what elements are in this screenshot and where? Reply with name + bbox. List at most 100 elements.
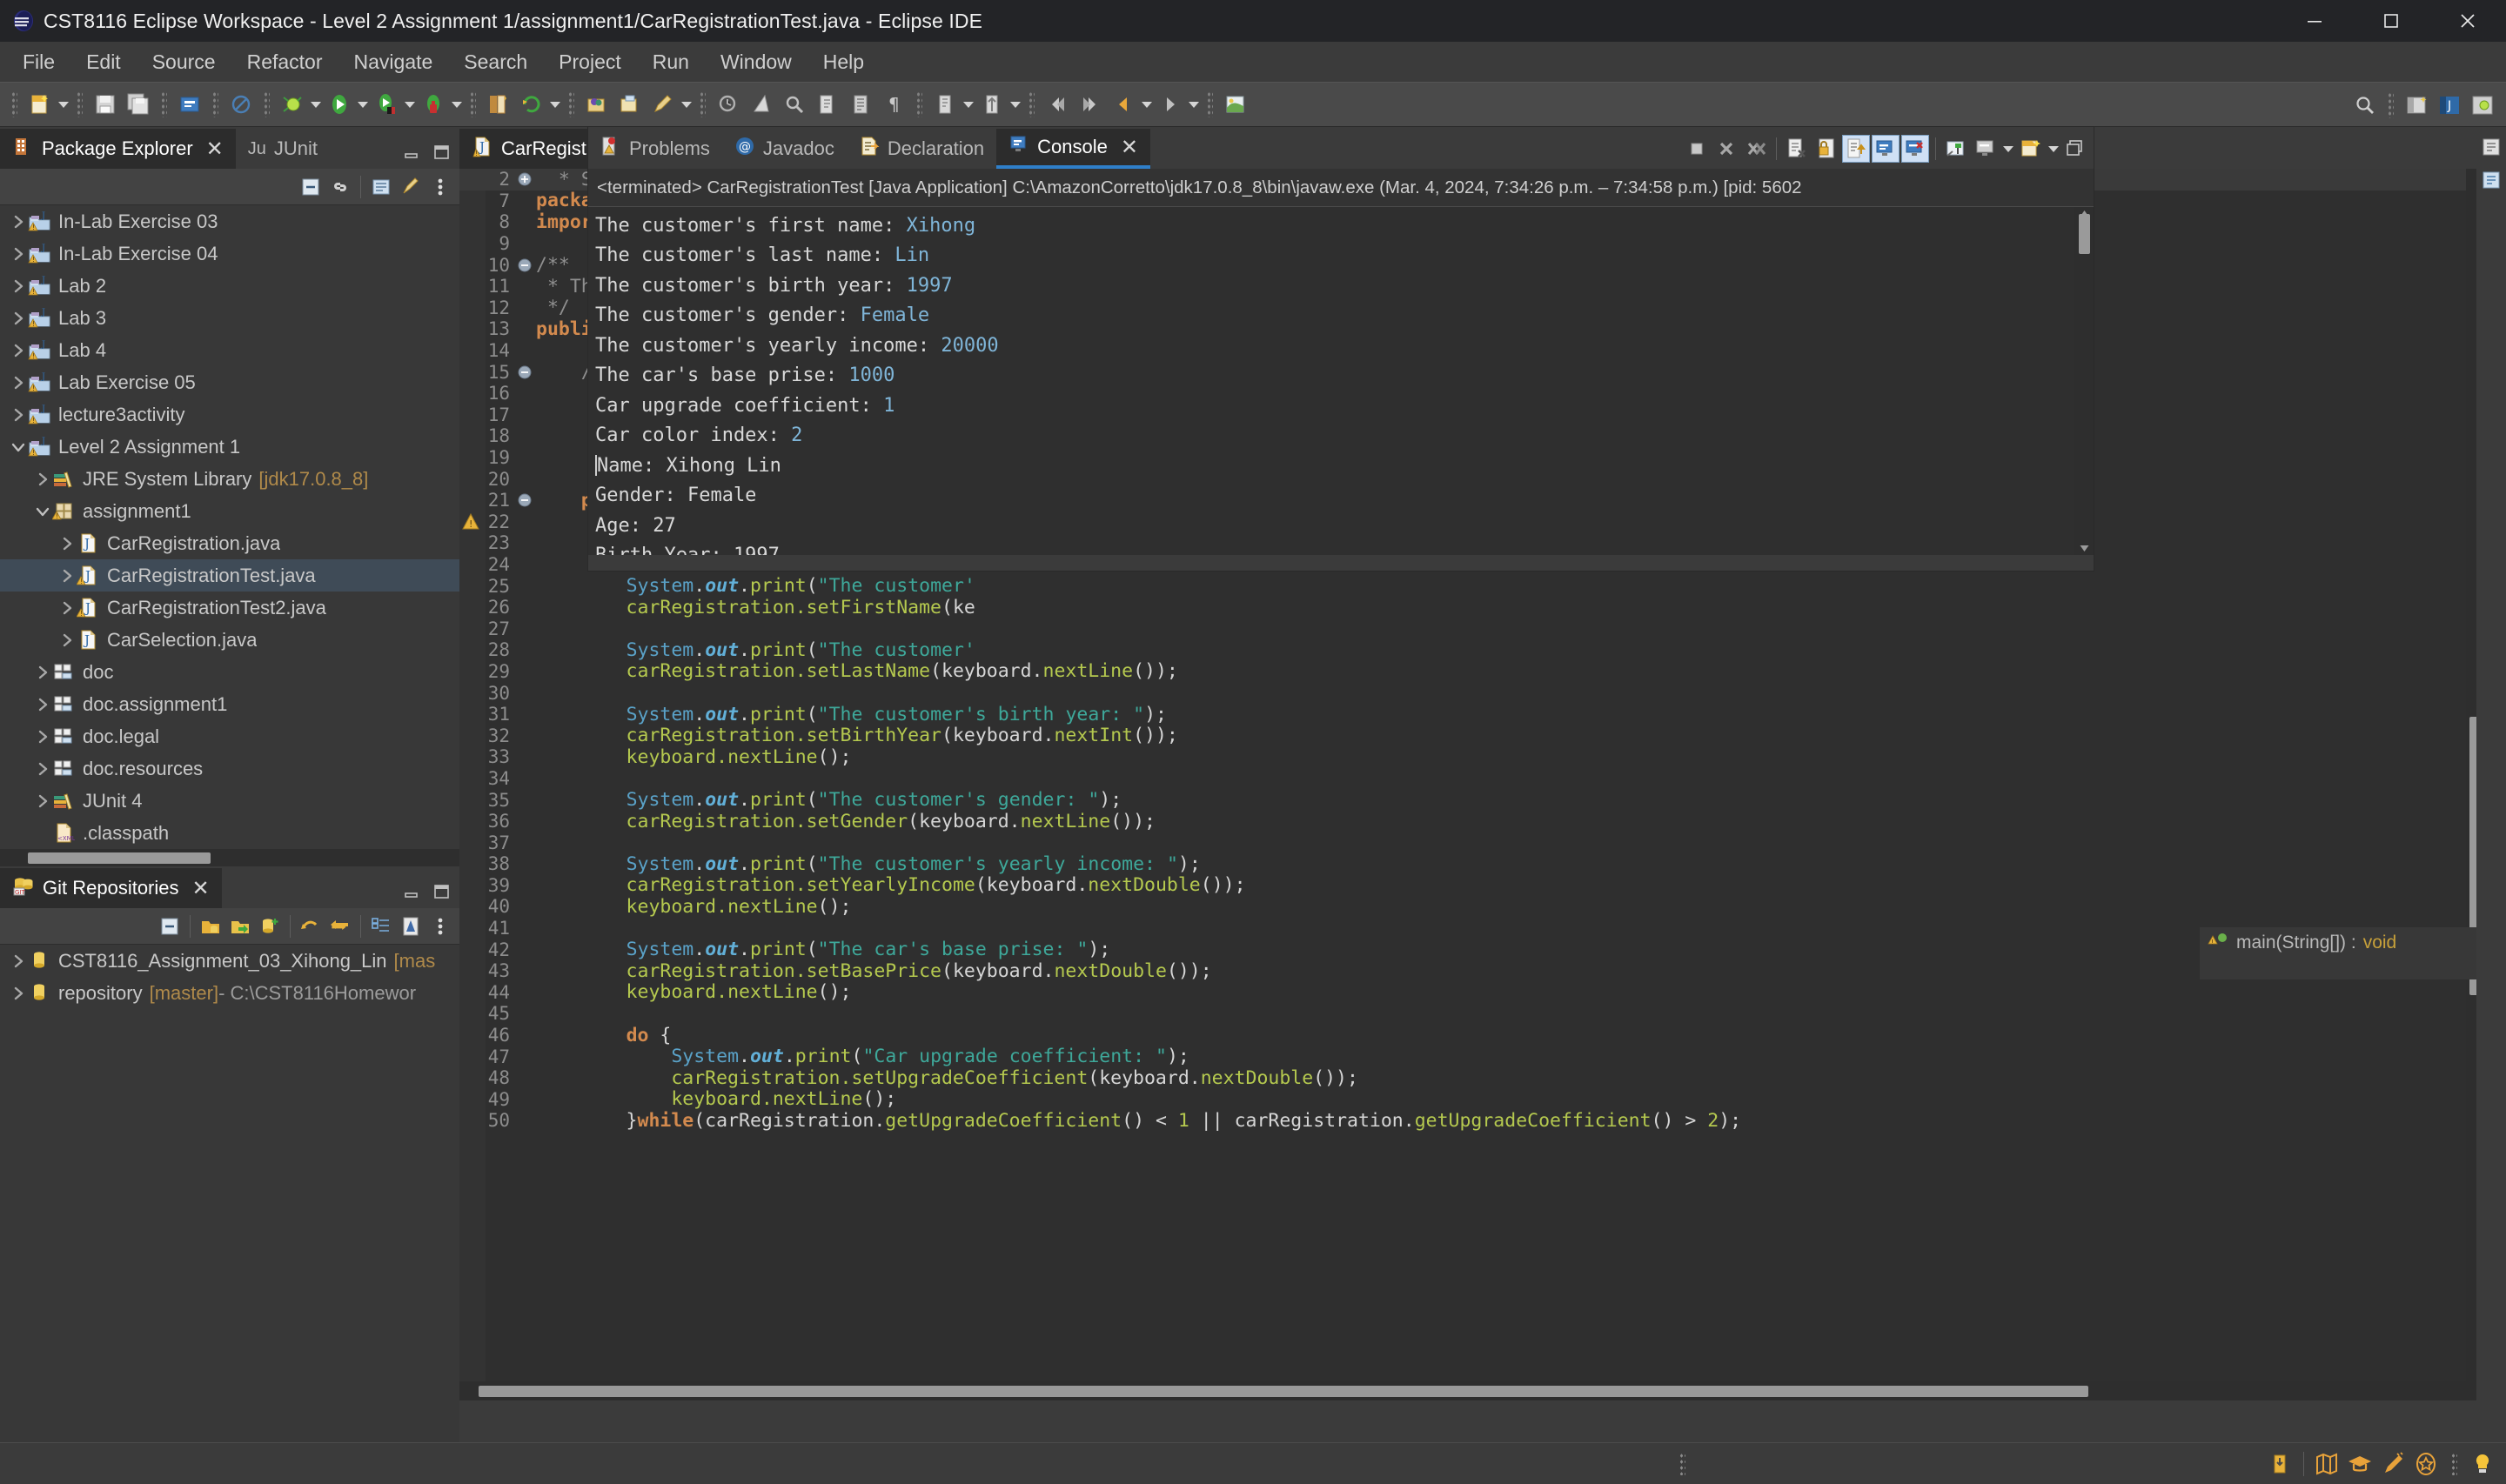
tab-package-explorer[interactable]: Package Explorer ✕ (0, 129, 236, 169)
new-class-icon[interactable] (582, 90, 612, 119)
forward-dropdown-icon[interactable] (1187, 90, 1201, 119)
task-list-icon[interactable] (2478, 134, 2504, 160)
chevron-right-icon[interactable] (9, 977, 28, 1009)
git-repo-row[interactable]: repository [master] - C:\CST8116Homewor (0, 977, 459, 1009)
chevron-right-icon[interactable] (9, 237, 28, 270)
pencil-icon[interactable] (2378, 1449, 2408, 1479)
search-icon[interactable] (780, 90, 809, 119)
menu-search[interactable]: Search (448, 48, 543, 77)
minimize-button[interactable] (2276, 0, 2353, 42)
clone-repo-icon[interactable] (226, 912, 254, 940)
tree-item[interactable]: J! Level 2 Assignment 1 (0, 431, 459, 463)
back-history-icon[interactable] (1042, 90, 1072, 119)
chevron-right-icon[interactable] (33, 752, 52, 785)
close-icon[interactable]: ✕ (1121, 135, 1138, 160)
tree-item[interactable]: J! In-Lab Exercise 04 (0, 237, 459, 270)
code-line[interactable]: 50 }while(carRegistration.getUpgradeCoef… (459, 1110, 2506, 1132)
menu-run[interactable]: Run (637, 48, 705, 77)
chevron-right-icon[interactable] (9, 398, 28, 431)
code-line[interactable]: 34 (459, 768, 2506, 790)
back-dropdown-icon[interactable] (1140, 90, 1154, 119)
chevron-right-icon[interactable] (57, 559, 77, 592)
create-repo-icon[interactable] (256, 912, 284, 940)
graduation-cap-icon[interactable] (2345, 1449, 2375, 1479)
print-icon[interactable] (175, 90, 204, 119)
tree-item[interactable]: J! Lab 2 (0, 270, 459, 302)
open-type-icon[interactable] (747, 90, 776, 119)
package-explorer-hscrollbar[interactable] (0, 849, 459, 866)
run-dropdown-icon[interactable] (356, 90, 370, 119)
toggle-block-icon[interactable] (846, 90, 875, 119)
chevron-right-icon[interactable] (33, 785, 52, 817)
code-line[interactable]: 28 System.out.print("The customer' (459, 639, 2506, 661)
code-line[interactable]: 27 (459, 618, 2506, 639)
display-selected-console-icon[interactable] (1972, 135, 2000, 163)
menu-file[interactable]: File (7, 48, 70, 77)
star-badge-icon[interactable] (2411, 1449, 2441, 1479)
restore-pane-icon[interactable] (2062, 135, 2090, 163)
maximize-button[interactable] (2353, 0, 2429, 42)
prev-annotation-icon[interactable] (977, 90, 1007, 119)
menu-navigate[interactable]: Navigate (338, 48, 449, 77)
debug-icon[interactable] (278, 90, 307, 119)
collapse-all-icon[interactable] (297, 173, 325, 201)
tree-item[interactable]: doc (0, 656, 459, 688)
code-line[interactable]: 45 (459, 1003, 2506, 1025)
tree-item[interactable]: J! Lab 4 (0, 334, 459, 366)
pilcrow-icon[interactable]: ¶ (879, 90, 908, 119)
forward-history-icon[interactable] (1075, 90, 1105, 119)
view-menu-icon[interactable] (367, 173, 395, 201)
tab-problems[interactable]: Problems (588, 129, 722, 169)
view-menu-dots-icon[interactable] (426, 912, 454, 940)
console-vscrollbar[interactable] (2074, 207, 2094, 555)
open-console-dropdown-icon[interactable] (2047, 134, 2060, 164)
edit-dropdown-icon[interactable] (680, 90, 694, 119)
fold-collapse-icon[interactable] (513, 492, 536, 508)
chevron-right-icon[interactable] (57, 527, 77, 559)
coverage-dropdown-icon[interactable] (450, 90, 464, 119)
editor-hscrollbar[interactable] (459, 1381, 2483, 1400)
refresh-icon[interactable] (517, 90, 546, 119)
edit-icon[interactable] (648, 90, 678, 119)
tab-git-repositories[interactable]: GIT Git Repositories ✕ (0, 868, 222, 908)
chevron-right-icon[interactable] (33, 656, 52, 688)
outline-view-icon[interactable] (2478, 167, 2504, 193)
menu-edit[interactable]: Edit (70, 48, 137, 77)
tree-item[interactable]: JRE System Library [jdk17.0.8_8] (0, 463, 459, 495)
code-line[interactable]: 35 System.out.print("The customer's gend… (459, 789, 2506, 811)
code-line[interactable]: 49 keyboard.nextLine(); (459, 1088, 2506, 1110)
code-line[interactable]: 30 (459, 682, 2506, 704)
code-line[interactable]: 46 do { (459, 1025, 2506, 1046)
tab-console[interactable]: Console ✕ (996, 129, 1150, 169)
refresh-dropdown-icon[interactable] (548, 90, 562, 119)
prev-annotation-dropdown-icon[interactable] (1008, 90, 1022, 119)
coverage-icon[interactable] (419, 90, 448, 119)
code-line[interactable]: 26 carRegistration.setFirstName(ke (459, 597, 2506, 618)
menu-refactor[interactable]: Refactor (231, 48, 338, 77)
menu-project[interactable]: Project (543, 48, 637, 77)
code-line[interactable]: 38 System.out.print("The customer's year… (459, 853, 2506, 875)
java-perspective-icon[interactable]: J (2435, 90, 2464, 120)
close-icon[interactable]: ✕ (206, 137, 224, 162)
chevron-right-icon[interactable] (33, 463, 52, 495)
link-selection-icon[interactable] (367, 912, 395, 940)
pull-icon[interactable] (297, 912, 325, 940)
pin-console-icon[interactable] (1942, 135, 1970, 163)
new-wizard-dropdown-icon[interactable] (57, 90, 70, 119)
terminate-icon[interactable] (1683, 135, 1711, 163)
chevron-right-icon[interactable] (9, 366, 28, 398)
code-line[interactable]: 32 carRegistration.setBirthYear(keyboard… (459, 725, 2506, 746)
search-history-icon[interactable] (714, 90, 743, 119)
fold-collapse-icon[interactable] (513, 257, 536, 273)
scrollbar-thumb[interactable] (479, 1386, 2088, 1397)
outline-item-main[interactable]: ! main(String[]) : void (2200, 927, 2476, 959)
chevron-right-icon[interactable] (57, 592, 77, 624)
tree-item[interactable]: J! Lab Exercise 05 (0, 366, 459, 398)
code-line[interactable]: 25 System.out.print("The customer' (459, 575, 2506, 597)
chevron-right-icon[interactable] (57, 624, 77, 656)
next-annotation-icon[interactable] (930, 90, 960, 119)
tree-item[interactable]: J CarRegistration.java (0, 527, 459, 559)
chevron-down-icon[interactable] (33, 495, 52, 527)
map-icon[interactable] (2312, 1449, 2342, 1479)
menu-source[interactable]: Source (137, 48, 231, 77)
